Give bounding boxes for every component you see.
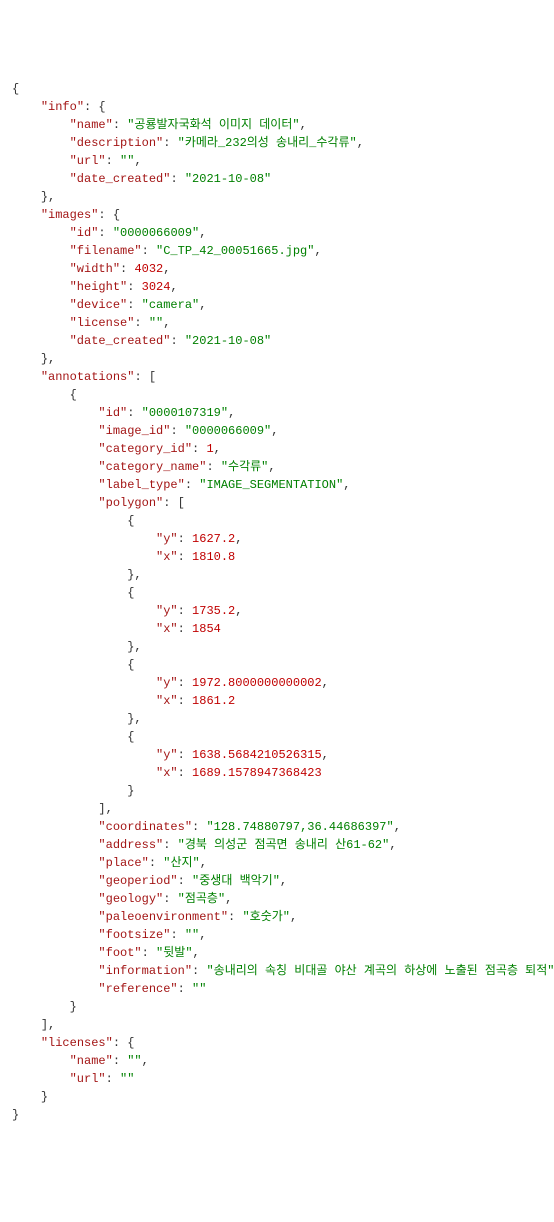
json-code-block: { "info": { "name": "공룡발자국화석 이미지 데이터", "…	[12, 80, 542, 1124]
